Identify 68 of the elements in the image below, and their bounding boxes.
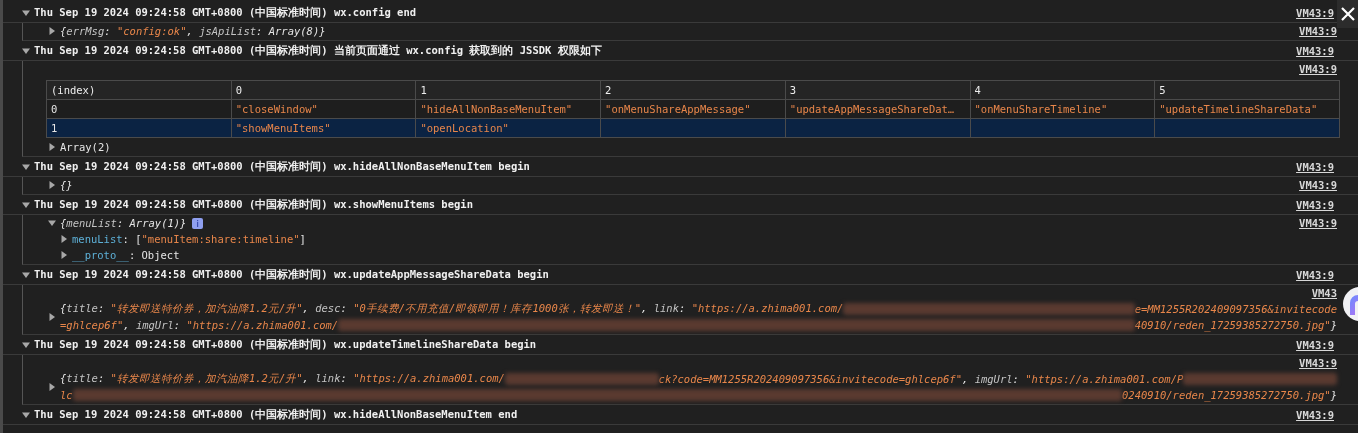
table-cell: "onMenuShareTimeline" bbox=[970, 99, 1155, 119]
object-preview: 40910/reden_17259385272750.jpg"} bbox=[1134, 319, 1337, 331]
table-header-cell: (index) bbox=[46, 80, 232, 100]
caret-icon[interactable] bbox=[48, 27, 56, 35]
table-header-cell: 4 bbox=[970, 80, 1155, 100]
caret-icon[interactable] bbox=[48, 181, 56, 189]
table-cell: 0 bbox=[46, 99, 232, 119]
table-header-cell: 1 bbox=[415, 80, 601, 100]
table-cell: "openLocation" bbox=[415, 118, 601, 138]
close-button[interactable] bbox=[1337, 0, 1358, 28]
log-message: Thu Sep 19 2024 09:24:58 GMT+0800 (中国标准时间) 当前页面通过 wx.config 获取到的 JSSDK 权限如下 bbox=[34, 43, 602, 58]
caret-icon[interactable] bbox=[48, 143, 56, 151]
log-message: Thu Sep 19 2024 09:24:58 GMT+0800 (中国标准时间) wx.config end bbox=[34, 5, 417, 20]
table-cell: "showMenuItems" bbox=[231, 118, 416, 138]
source-link[interactable]: VM43:9 bbox=[1291, 25, 1337, 37]
object-property: menuList: ["menuItem:share:timeline"] bbox=[72, 233, 306, 245]
source-link[interactable]: VM43:9 bbox=[1288, 6, 1334, 19]
object-preview: e=MM1255R202409097356&invitecode bbox=[1134, 303, 1337, 315]
source-link[interactable]: VM43 bbox=[1303, 287, 1337, 299]
caret-icon[interactable] bbox=[60, 251, 68, 259]
caret-icon[interactable] bbox=[22, 270, 30, 279]
log-message: Thu Sep 19 2024 09:24:58 GMT+0800 (中国标准时间) wx.hideAllNonBaseMenuItem begin bbox=[34, 159, 530, 174]
source-link[interactable]: VM43:9 bbox=[1288, 338, 1334, 351]
log-message: Thu Sep 19 2024 09:24:58 GMT+0800 (中国标准时间) wx.showMenuItems begin bbox=[34, 197, 473, 212]
object-preview: 0240910/reden_17259385272750.jpg"} bbox=[1122, 389, 1337, 401]
source-link[interactable]: VM43:9 bbox=[1291, 63, 1337, 75]
table-cell: "updateAppMessageShareDat… bbox=[785, 99, 970, 119]
object-preview: Array(2) bbox=[60, 141, 111, 153]
table-cell: "onMenuShareAppMessage" bbox=[600, 99, 786, 119]
source-link[interactable]: VM43:9 bbox=[1288, 408, 1334, 421]
table-cell: "closeWindow" bbox=[231, 99, 416, 119]
caret-icon[interactable] bbox=[48, 383, 56, 391]
caret-icon[interactable] bbox=[22, 410, 30, 419]
source-link[interactable]: VM43:9 bbox=[1291, 179, 1337, 191]
object-preview: lc bbox=[60, 389, 73, 401]
object-preview: {errMsg: "config:ok", jsApiList: Array(8)} bbox=[60, 25, 326, 37]
table-cell: "updateTimelineShareData" bbox=[1154, 99, 1340, 119]
object-property: __proto__: Object bbox=[72, 249, 180, 261]
object-preview: {menuList: Array(1)} bbox=[60, 217, 187, 229]
table-cell: "hideAllNonBaseMenuItem" bbox=[415, 99, 601, 119]
table-header-cell: 3 bbox=[785, 80, 970, 100]
table-header-cell: 0 bbox=[231, 80, 416, 100]
close-icon bbox=[1339, 6, 1356, 22]
log-message: Thu Sep 19 2024 09:24:58 GMT+0800 (中国标准时间) wx.updateAppMessageShareData begin bbox=[34, 267, 549, 282]
object-preview: {title: "转发即送特价券，加汽油降1.2元/升", link: "https://a.zhima001.com/ bbox=[60, 372, 505, 386]
log-message: Thu Sep 19 2024 09:24:58 GMT+0800 (中国标准时间) wx.updateTimelineShareData begin bbox=[34, 337, 537, 352]
object-preview: {title: "转发即送特价券，加汽油降1.2元/升", desc: "0手续费/不用充值/即领即用！库存1000张，转发即送！", link: "https://a.zhima001.com/ bbox=[60, 302, 844, 316]
table-header-cell: 5 bbox=[1154, 80, 1340, 100]
caret-icon[interactable] bbox=[48, 313, 56, 321]
log-message: Thu Sep 19 2024 09:24:58 GMT+0800 (中国标准时间) wx.hideAllNonBaseMenuItem end bbox=[34, 407, 518, 422]
caret-icon[interactable] bbox=[22, 8, 30, 17]
source-link[interactable]: VM43:9 bbox=[1288, 268, 1334, 281]
caret-icon[interactable] bbox=[48, 219, 56, 227]
source-link[interactable]: VM43:9 bbox=[1291, 357, 1337, 369]
object-preview: =ghlcep6f", imgUrl: "https://a.zhima001.com/ bbox=[60, 319, 339, 331]
table-header-cell: 2 bbox=[600, 80, 786, 100]
object-preview: {} bbox=[60, 179, 73, 191]
source-link[interactable]: VM43:9 bbox=[1288, 44, 1334, 57]
table-cell: 1 bbox=[46, 118, 232, 138]
caret-icon[interactable] bbox=[22, 162, 30, 171]
caret-icon[interactable] bbox=[22, 340, 30, 349]
source-link[interactable]: VM43:9 bbox=[1288, 160, 1334, 173]
source-link[interactable]: VM43:9 bbox=[1288, 198, 1334, 211]
caret-icon[interactable] bbox=[60, 235, 68, 243]
object-preview: ck?code=MM1255R202409097356&invitecode=ghlcep6f", imgUrl: "https://a.zhima001.com/P bbox=[658, 373, 1184, 385]
caret-icon[interactable] bbox=[22, 200, 30, 209]
source-link[interactable]: VM43:9 bbox=[1291, 217, 1337, 229]
caret-icon[interactable] bbox=[22, 46, 30, 55]
